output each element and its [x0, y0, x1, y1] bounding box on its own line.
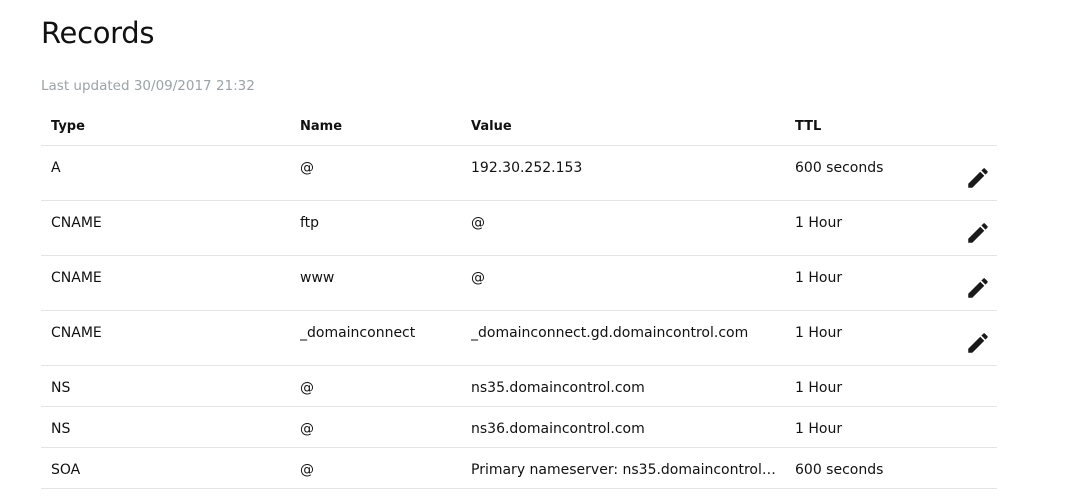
record-value: Primary nameserver: ns35.domaincontrol.c…: [471, 462, 776, 478]
table-row: SOA @ Primary nameserver: ns35.domaincon…: [41, 448, 997, 489]
record-type: CNAME: [51, 270, 102, 286]
record-type: SOA: [51, 462, 81, 478]
column-header-value: Value: [471, 119, 512, 134]
table-row: A @ 192.30.252.153 600 seconds: [41, 146, 997, 201]
table-row: CNAME _domainconnect _domainconnect.gd.d…: [41, 311, 997, 366]
record-name: ftp: [300, 215, 320, 231]
record-name: @: [300, 462, 314, 478]
table-row: NS @ ns35.domaincontrol.com 1 Hour: [41, 366, 997, 407]
record-name: www: [300, 270, 335, 286]
record-ttl: 1 Hour: [795, 380, 843, 396]
records-table: Type Name Value TTL A @ 192.30.252.153 6…: [41, 108, 997, 489]
record-ttl: 600 seconds: [795, 462, 884, 478]
record-value: @: [471, 270, 485, 286]
table-header: Type Name Value TTL: [41, 108, 997, 146]
pencil-icon: [968, 278, 988, 298]
edit-record-button[interactable]: [963, 328, 993, 358]
page-title: Records: [41, 16, 155, 50]
record-type: CNAME: [51, 325, 102, 341]
record-value: 192.30.252.153: [471, 160, 583, 176]
record-value: _domainconnect.gd.domaincontrol.com: [471, 325, 749, 341]
record-type: NS: [51, 421, 71, 437]
column-header-ttl: TTL: [795, 119, 822, 134]
table-row: CNAME ftp @ 1 Hour: [41, 201, 997, 256]
column-header-type: Type: [51, 119, 85, 134]
pencil-icon: [968, 223, 988, 243]
record-ttl: 1 Hour: [795, 270, 843, 286]
edit-record-button[interactable]: [963, 163, 993, 193]
record-ttl: 1 Hour: [795, 325, 843, 341]
record-value: ns35.domaincontrol.com: [471, 380, 645, 396]
table-row: NS @ ns36.domaincontrol.com 1 Hour: [41, 407, 997, 448]
record-type: NS: [51, 380, 71, 396]
record-name: @: [300, 421, 314, 437]
pencil-icon: [968, 333, 988, 353]
record-type: A: [51, 160, 61, 176]
pencil-icon: [968, 168, 988, 188]
table-row: CNAME www @ 1 Hour: [41, 256, 997, 311]
record-ttl: 600 seconds: [795, 160, 884, 176]
last-updated-text: Last updated 30/09/2017 21:32: [41, 78, 255, 94]
edit-record-button[interactable]: [963, 273, 993, 303]
record-value: ns36.domaincontrol.com: [471, 421, 645, 437]
record-ttl: 1 Hour: [795, 215, 843, 231]
record-value: @: [471, 215, 485, 231]
dns-records-page: Records Last updated 30/09/2017 21:32 Ty…: [0, 0, 1083, 504]
record-name: @: [300, 380, 314, 396]
record-ttl: 1 Hour: [795, 421, 843, 437]
record-type: CNAME: [51, 215, 102, 231]
column-header-name: Name: [300, 119, 343, 134]
record-name: @: [300, 160, 314, 176]
record-name: _domainconnect: [300, 325, 416, 341]
edit-record-button[interactable]: [963, 218, 993, 248]
